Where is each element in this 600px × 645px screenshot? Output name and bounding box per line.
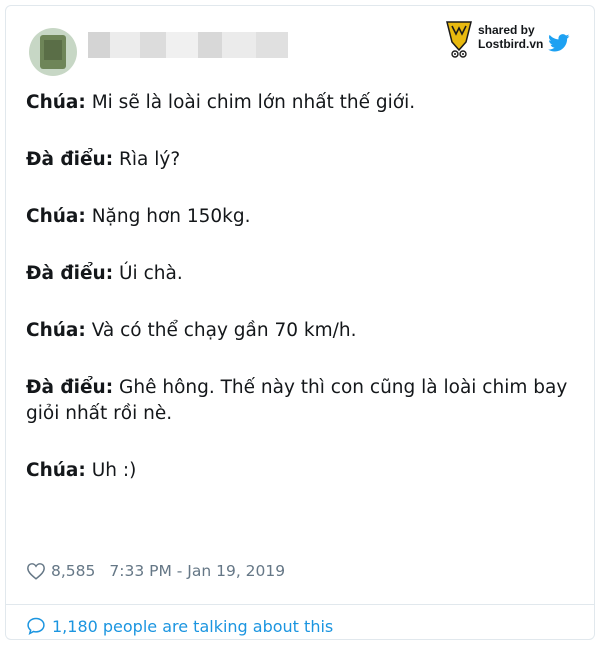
dialogue-text: Uh :) — [85, 460, 137, 481]
speaker-label: Đà điểu: — [26, 377, 114, 398]
tweet-header: shared by Lostbird.vn — [6, 6, 594, 86]
tweet-line: Chúa: Mi sẽ là loài chim lớn nhất thế gi… — [26, 90, 415, 116]
speaker-label: Đà điểu: — [26, 263, 114, 284]
like-count[interactable]: 8,585 — [51, 562, 95, 580]
tweet-line: giỏi nhất rồi nè. — [26, 401, 172, 427]
tweet-line: Đà điểu: Úi chà. — [26, 261, 183, 287]
conversation-link[interactable]: 1,180 people are talking about this — [26, 616, 333, 636]
tweet-line: Đà điểu: Ghê hông. Thế này thì con cũng … — [26, 375, 567, 401]
dialogue-text: Và có thể chạy gần 70 km/h. — [85, 320, 357, 341]
badge-shared-label: shared by — [478, 23, 535, 37]
speaker-label: Chúa: — [26, 320, 86, 341]
dialogue-text: Mi sẽ là loài chim lớn nhất thế giới. — [85, 92, 416, 113]
tweet-card: shared by Lostbird.vn Chúa: Mi sẽ là loà… — [5, 5, 595, 640]
avatar[interactable] — [29, 28, 77, 76]
speech-bubble-icon — [27, 617, 45, 635]
tweet-line: Chúa: Và có thể chạy gần 70 km/h. — [26, 318, 356, 344]
twitter-bird-icon — [548, 34, 570, 52]
dialogue-text: Nặng hơn 150kg. — [85, 206, 251, 227]
tweet-meta: 8,585 7:33 PM - Jan 19, 2019 — [26, 562, 285, 580]
shared-by-badge[interactable]: shared by Lostbird.vn — [444, 20, 574, 60]
tweet-line: Chúa: Nặng hơn 150kg. — [26, 204, 251, 230]
speaker-label: Chúa: — [26, 206, 86, 227]
divider — [6, 604, 594, 605]
lostbird-logo-icon — [446, 21, 472, 58]
tweet-timestamp[interactable]: 7:33 PM - Jan 19, 2019 — [109, 562, 285, 580]
tweet-line: Chúa: Uh :) — [26, 458, 136, 484]
dialogue-text: Ghê hông. Thế này thì con cũng là loài c… — [113, 377, 568, 398]
talking-label[interactable]: 1,180 people are talking about this — [52, 617, 333, 636]
dialogue-text: Rìa lý? — [113, 149, 181, 170]
dialogue-text: Úi chà. — [113, 263, 183, 284]
dialogue-text: giỏi nhất rồi nè. — [26, 403, 173, 424]
speaker-label: Chúa: — [26, 460, 86, 481]
blurred-username — [88, 32, 288, 58]
heart-icon[interactable] — [26, 562, 46, 580]
badge-site-label: Lostbird.vn — [478, 37, 544, 51]
speaker-label: Đà điểu: — [26, 149, 114, 170]
tweet-line: Đà điểu: Rìa lý? — [26, 147, 180, 173]
speaker-label: Chúa: — [26, 92, 86, 113]
